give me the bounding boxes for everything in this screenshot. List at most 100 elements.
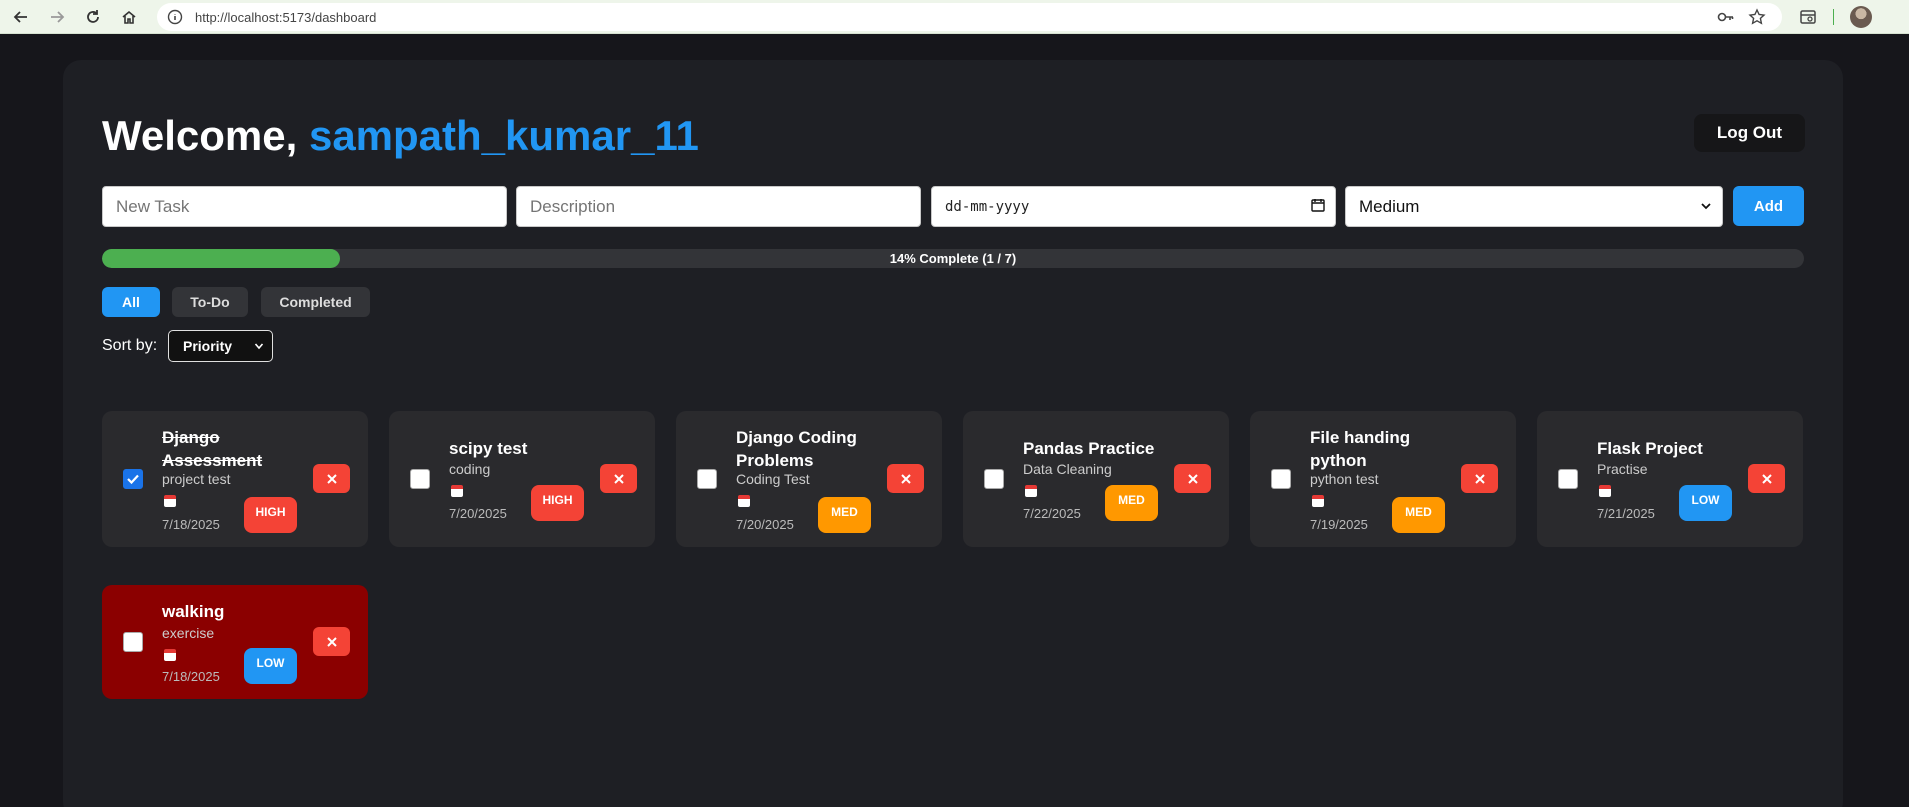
welcome-text: Welcome,: [102, 112, 309, 159]
url-text: http://localhost:5173/dashboard: [195, 9, 377, 25]
back-arrow-icon[interactable]: [9, 5, 33, 29]
username: sampath_kumar_11: [308, 112, 699, 159]
delete-task-button[interactable]: [1461, 464, 1498, 493]
profile-avatar[interactable]: [1850, 6, 1872, 28]
task-date: 7/18/2025: [162, 517, 220, 532]
password-key-icon[interactable]: [1714, 5, 1738, 29]
priority-badge: HIGH: [244, 497, 297, 533]
calendar-icon: [451, 485, 463, 497]
task-card: Pandas Practice Data Cleaning 7/22/2025 …: [963, 411, 1229, 547]
task-complete-checkbox[interactable]: [984, 469, 1004, 489]
task-card: Django Coding Problems Coding Test 7/20/…: [676, 411, 942, 547]
task-title: walking: [162, 602, 225, 621]
task-title: File handing python: [1310, 428, 1411, 470]
close-icon: [1474, 473, 1485, 484]
task-card: File handing python python test 7/19/202…: [1250, 411, 1516, 547]
task-complete-checkbox[interactable]: [1271, 469, 1291, 489]
filter-all-button[interactable]: All: [102, 287, 160, 317]
bookmark-star-icon[interactable]: [1745, 5, 1769, 29]
task-date: 7/20/2025: [449, 506, 507, 521]
chevron-down-icon: [1700, 197, 1712, 217]
chevron-down-icon: [254, 338, 264, 354]
forward-arrow-icon[interactable]: [45, 5, 69, 29]
priority-select-value: Medium: [1359, 196, 1420, 216]
task-date: 7/19/2025: [1310, 517, 1368, 532]
home-icon[interactable]: [117, 5, 141, 29]
progress-bar: 14% Complete (1 / 7): [102, 249, 1804, 268]
address-bar[interactable]: http://localhost:5173/dashboard: [157, 3, 1782, 31]
priority-badge: HIGH: [531, 485, 584, 521]
task-card-overdue: walking exercise 7/18/2025 LOW: [102, 585, 368, 699]
progress-label: 14% Complete (1 / 7): [889, 251, 1017, 266]
task-description: project test: [162, 471, 231, 487]
close-icon: [1761, 473, 1772, 484]
close-icon: [1187, 473, 1198, 484]
task-title: Django Assessment: [162, 428, 263, 470]
delete-task-button[interactable]: [1174, 464, 1211, 493]
task-card: Django Assessment project test 7/18/2025…: [102, 411, 368, 547]
task-title: Django Coding Problems: [736, 428, 857, 470]
due-date-input[interactable]: dd-mm-yyyy: [931, 186, 1336, 227]
task-date: 7/20/2025: [736, 517, 794, 532]
calendar-icon: [1599, 485, 1611, 497]
priority-badge: MED: [818, 497, 871, 533]
filter-todo-button[interactable]: To-Do: [172, 287, 248, 317]
task-description: Practise: [1597, 461, 1648, 477]
task-title: scipy test: [449, 439, 528, 458]
close-icon: [613, 473, 624, 484]
task-description: python test: [1310, 471, 1379, 487]
task-description: Coding Test: [736, 471, 810, 487]
delete-task-button[interactable]: [600, 464, 637, 493]
priority-badge: MED: [1392, 497, 1445, 533]
task-complete-checkbox[interactable]: [1558, 469, 1578, 489]
priority-badge: MED: [1105, 485, 1158, 521]
close-icon: [326, 473, 337, 484]
close-icon: [900, 473, 911, 484]
filter-completed-button[interactable]: Completed: [261, 287, 370, 317]
calendar-icon: [738, 495, 750, 507]
task-card: Flask Project Practise 7/21/2025 LOW: [1537, 411, 1803, 547]
task-complete-checkbox[interactable]: [697, 469, 717, 489]
priority-select[interactable]: Medium: [1345, 186, 1723, 227]
calendar-icon: [164, 649, 176, 661]
priority-badge: LOW: [244, 648, 297, 684]
delete-task-button[interactable]: [313, 464, 350, 493]
task-card: scipy test coding 7/20/2025 HIGH: [389, 411, 655, 547]
dashboard-panel: Welcome, sampath_kumar_11 Log Out New Ta…: [63, 60, 1843, 807]
date-placeholder: dd-mm-yyyy: [945, 198, 1030, 215]
calendar-icon: [164, 495, 176, 507]
task-description: Data Cleaning: [1023, 461, 1112, 477]
delete-task-button[interactable]: [313, 627, 350, 656]
calendar-icon: [1312, 495, 1324, 507]
task-complete-checkbox[interactable]: [123, 632, 143, 652]
task-description: coding: [449, 461, 491, 477]
toolbar-divider: [1833, 9, 1834, 25]
description-input[interactable]: Description: [516, 186, 921, 227]
app-background: Welcome, sampath_kumar_11 Log Out New Ta…: [0, 34, 1909, 807]
calendar-icon: [1025, 485, 1037, 497]
close-icon: [326, 636, 337, 647]
new-task-input[interactable]: New Task: [102, 186, 507, 227]
task-complete-checkbox[interactable]: [123, 469, 143, 489]
task-title: Flask Project: [1597, 439, 1703, 458]
browser-toolbar: http://localhost:5173/dashboard: [0, 0, 1909, 34]
priority-badge: LOW: [1679, 485, 1732, 521]
task-date: 7/21/2025: [1597, 506, 1655, 521]
task-date: 7/18/2025: [162, 669, 220, 684]
task-complete-checkbox[interactable]: [410, 469, 430, 489]
tab-search-icon[interactable]: [1796, 5, 1820, 29]
sort-select[interactable]: Priority: [168, 330, 273, 362]
calendar-icon[interactable]: [1311, 198, 1325, 216]
sort-label: Sort by:: [102, 337, 158, 354]
add-task-button[interactable]: Add: [1733, 186, 1804, 226]
delete-task-button[interactable]: [1748, 464, 1785, 493]
delete-task-button[interactable]: [887, 464, 924, 493]
page-title: Welcome, sampath_kumar_11: [102, 112, 699, 160]
reload-icon[interactable]: [81, 5, 105, 29]
logout-button[interactable]: Log Out: [1694, 114, 1805, 152]
task-title: Pandas Practice: [1023, 439, 1155, 458]
task-date: 7/22/2025: [1023, 506, 1081, 521]
task-description: exercise: [162, 625, 215, 641]
sort-select-value: Priority: [183, 338, 233, 354]
site-info-icon[interactable]: [167, 9, 183, 25]
